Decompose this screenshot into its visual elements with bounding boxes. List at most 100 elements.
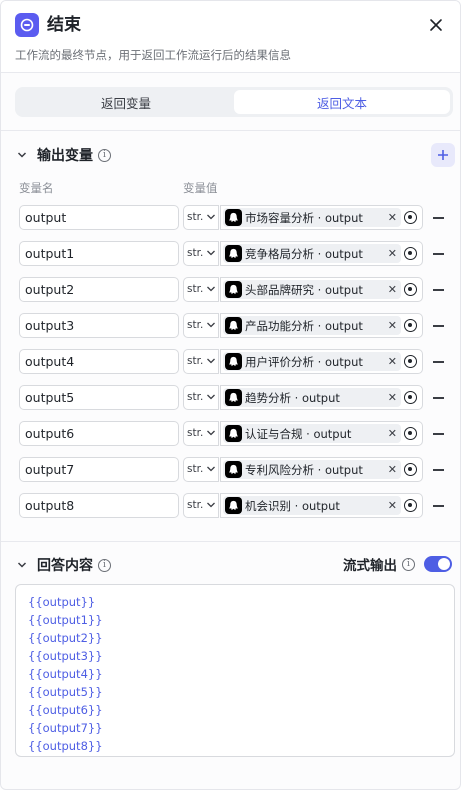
remove-reference-icon[interactable]: ✕ bbox=[388, 244, 397, 263]
remove-variable-icon[interactable] bbox=[433, 469, 444, 471]
variable-reference-chip[interactable]: 机会识别 · output ✕ bbox=[223, 496, 401, 515]
variable-name-input[interactable]: output1 bbox=[19, 241, 179, 266]
remove-reference-icon[interactable]: ✕ bbox=[388, 280, 397, 299]
answer-template-line: {{output1}} bbox=[28, 613, 103, 627]
variable-type-select[interactable]: str. bbox=[183, 241, 219, 266]
output-section-header[interactable]: 输出变量 i bbox=[15, 144, 111, 166]
variable-value-field[interactable]: 产品功能分析 · output ✕ bbox=[220, 313, 423, 338]
variable-picker-icon[interactable] bbox=[404, 355, 417, 368]
variable-name-input[interactable]: output7 bbox=[19, 457, 179, 482]
variable-name-input[interactable]: output4 bbox=[19, 349, 179, 374]
variable-reference-label: 趋势分析 · output bbox=[245, 390, 340, 405]
variable-value-field[interactable]: 机会识别 · output ✕ bbox=[220, 493, 423, 518]
answer-template-line: {{output5}} bbox=[28, 685, 103, 699]
variable-reference-chip[interactable]: 用户评价分析 · output ✕ bbox=[223, 352, 401, 371]
variable-value-field[interactable]: 认证与合规 · output ✕ bbox=[220, 421, 423, 446]
variable-row: output4 str. 用户评价分析 · output ✕ bbox=[19, 349, 449, 374]
variable-type-select[interactable]: str. bbox=[183, 385, 219, 410]
variable-type-select[interactable]: str. bbox=[183, 493, 219, 518]
chevron-down-icon bbox=[207, 430, 215, 436]
info-icon[interactable]: i bbox=[98, 148, 111, 162]
variable-picker-icon[interactable] bbox=[404, 247, 417, 260]
info-icon[interactable]: i bbox=[98, 558, 111, 572]
chevron-down-icon bbox=[207, 394, 215, 400]
variable-name-input[interactable]: output bbox=[19, 205, 179, 230]
variable-name-input[interactable]: output5 bbox=[19, 385, 179, 410]
remove-variable-icon[interactable] bbox=[433, 361, 444, 363]
variable-reference-chip[interactable]: 认证与合规 · output ✕ bbox=[223, 424, 401, 443]
variable-value-field[interactable]: 头部品牌研究 · output ✕ bbox=[220, 277, 423, 302]
variable-reference-chip[interactable]: 市场容量分析 · output ✕ bbox=[223, 208, 401, 227]
variable-row: output2 str. 头部品牌研究 · output ✕ bbox=[19, 277, 449, 302]
close-icon[interactable] bbox=[424, 13, 448, 37]
end-node-icon bbox=[15, 13, 39, 37]
variable-type-select[interactable]: str. bbox=[183, 349, 219, 374]
variable-picker-icon[interactable] bbox=[404, 499, 417, 512]
variable-name-input[interactable]: output6 bbox=[19, 421, 179, 446]
answer-section-title: 回答内容 bbox=[37, 558, 93, 574]
remove-reference-icon[interactable]: ✕ bbox=[388, 424, 397, 443]
variable-reference-label: 机会识别 · output bbox=[245, 498, 340, 513]
answer-section-header[interactable]: 回答内容 i bbox=[15, 554, 111, 576]
variable-name-input[interactable]: output2 bbox=[19, 277, 179, 302]
variable-picker-icon[interactable] bbox=[404, 391, 417, 404]
variable-name-input[interactable]: output8 bbox=[19, 493, 179, 518]
variable-reference-chip[interactable]: 产品功能分析 · output ✕ bbox=[223, 316, 401, 335]
variable-picker-icon[interactable] bbox=[404, 319, 417, 332]
chevron-down-icon[interactable] bbox=[15, 558, 29, 572]
variable-name-input[interactable]: output3 bbox=[19, 313, 179, 338]
chevron-down-icon bbox=[207, 358, 215, 364]
llm-node-icon bbox=[225, 461, 242, 478]
info-icon[interactable]: i bbox=[402, 557, 415, 571]
variable-reference-chip[interactable]: 趋势分析 · output ✕ bbox=[223, 388, 401, 407]
variable-value-field[interactable]: 用户评价分析 · output ✕ bbox=[220, 349, 423, 374]
remove-reference-icon[interactable]: ✕ bbox=[388, 352, 397, 371]
llm-node-icon bbox=[225, 389, 242, 406]
divider bbox=[1, 541, 460, 542]
variable-reference-chip[interactable]: 专利风险分析 · output ✕ bbox=[223, 460, 401, 479]
tab-return-variables[interactable]: 返回变量 bbox=[18, 90, 234, 114]
variable-reference-label: 产品功能分析 · output bbox=[245, 318, 363, 333]
remove-reference-icon[interactable]: ✕ bbox=[388, 460, 397, 479]
variable-type-label: str. bbox=[187, 319, 204, 331]
variable-type-select[interactable]: str. bbox=[183, 457, 219, 482]
variable-picker-icon[interactable] bbox=[404, 427, 417, 440]
variable-picker-icon[interactable] bbox=[404, 283, 417, 296]
variable-type-label: str. bbox=[187, 247, 204, 259]
remove-variable-icon[interactable] bbox=[433, 433, 444, 435]
column-header-value: 变量值 bbox=[183, 181, 218, 195]
variable-type-select[interactable]: str. bbox=[183, 421, 219, 446]
variable-type-select[interactable]: str. bbox=[183, 277, 219, 302]
variable-type-select[interactable]: str. bbox=[183, 205, 219, 230]
variable-reference-chip[interactable]: 头部品牌研究 · output ✕ bbox=[223, 280, 401, 299]
variable-row: output7 str. 专利风险分析 · output ✕ bbox=[19, 457, 449, 482]
variable-value-field[interactable]: 市场容量分析 · output ✕ bbox=[220, 205, 423, 230]
answer-content-editor[interactable]: {{output}} {{output1}} {{output2}} {{output… bbox=[15, 584, 455, 757]
remove-variable-icon[interactable] bbox=[433, 253, 444, 255]
variable-picker-icon[interactable] bbox=[404, 463, 417, 476]
answer-template-line: {{output7}} bbox=[28, 721, 103, 735]
chevron-down-icon bbox=[207, 502, 215, 508]
remove-variable-icon[interactable] bbox=[433, 505, 444, 507]
variable-picker-icon[interactable] bbox=[404, 211, 417, 224]
remove-variable-icon[interactable] bbox=[433, 397, 444, 399]
remove-reference-icon[interactable]: ✕ bbox=[388, 496, 397, 515]
variable-reference-chip[interactable]: 竞争格局分析 · output ✕ bbox=[223, 244, 401, 263]
remove-reference-icon[interactable]: ✕ bbox=[388, 388, 397, 407]
llm-node-icon bbox=[225, 497, 242, 514]
variable-value-field[interactable]: 专利风险分析 · output ✕ bbox=[220, 457, 423, 482]
add-variable-button[interactable] bbox=[431, 143, 455, 167]
remove-variable-icon[interactable] bbox=[433, 325, 444, 327]
remove-variable-icon[interactable] bbox=[433, 217, 444, 219]
remove-variable-icon[interactable] bbox=[433, 289, 444, 291]
variable-value-field[interactable]: 竞争格局分析 · output ✕ bbox=[220, 241, 423, 266]
remove-reference-icon[interactable]: ✕ bbox=[388, 316, 397, 335]
variable-value-field[interactable]: 趋势分析 · output ✕ bbox=[220, 385, 423, 410]
stream-output-toggle[interactable] bbox=[424, 556, 452, 572]
llm-node-icon bbox=[225, 245, 242, 262]
remove-reference-icon[interactable]: ✕ bbox=[388, 208, 397, 227]
tab-return-text[interactable]: 返回文本 bbox=[234, 90, 450, 114]
chevron-down-icon[interactable] bbox=[15, 148, 29, 162]
variable-type-select[interactable]: str. bbox=[183, 313, 219, 338]
variable-reference-label: 用户评价分析 · output bbox=[245, 354, 363, 369]
